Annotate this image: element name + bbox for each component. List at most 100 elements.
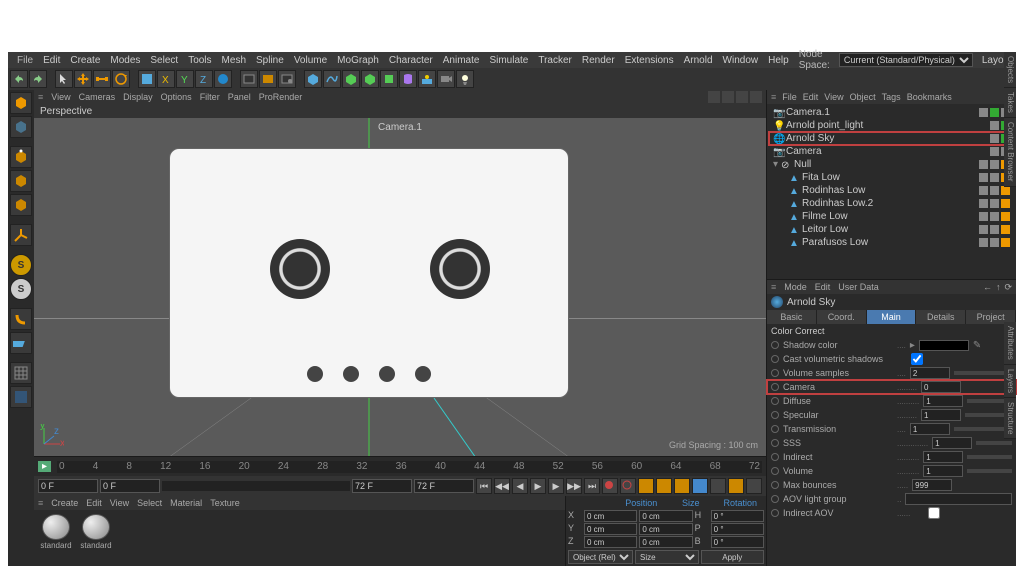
point-mode-icon[interactable]: [10, 146, 32, 168]
move-tool-icon[interactable]: [74, 70, 92, 88]
cube-primitive-icon[interactable]: [304, 70, 322, 88]
menu-arnold[interactable]: Arnold: [679, 55, 718, 66]
light-icon[interactable]: [456, 70, 474, 88]
prev-frame-icon[interactable]: ◀: [512, 478, 528, 494]
frame-end2-input[interactable]: [414, 479, 474, 493]
scale-tool-icon[interactable]: [93, 70, 111, 88]
volume-slider[interactable]: [967, 469, 1012, 473]
coord-y-size[interactable]: [639, 523, 692, 535]
camera-input[interactable]: [921, 381, 961, 393]
coord-size-select[interactable]: Size: [635, 550, 699, 564]
coord-p-rot[interactable]: [711, 523, 764, 535]
vp-prorender[interactable]: ProRender: [259, 92, 303, 102]
tree-item-rodinhas2[interactable]: ▲Rodinhas Low.2: [769, 197, 1014, 210]
tree-item-filme[interactable]: ▲Filme Low: [769, 210, 1014, 223]
vp-nav4-icon[interactable]: [750, 91, 762, 103]
menu-render[interactable]: Render: [577, 55, 620, 66]
poly-mode-icon[interactable]: [10, 194, 32, 216]
play-back-icon[interactable]: ▶: [530, 478, 546, 494]
attr-mode[interactable]: Mode: [784, 282, 807, 292]
coord-mode-select[interactable]: Object (Rel): [568, 550, 633, 564]
mat-edit[interactable]: Edit: [86, 498, 102, 508]
menu-mograph[interactable]: MoGraph: [332, 55, 384, 66]
autokey-icon[interactable]: [620, 478, 636, 494]
tab-main[interactable]: Main: [867, 310, 917, 324]
vp-nav3-icon[interactable]: [736, 91, 748, 103]
eyedropper-icon[interactable]: ✎: [973, 340, 981, 351]
tree-item-camera1[interactable]: 📷Camera.1: [769, 106, 1014, 119]
obj-object[interactable]: Object: [850, 92, 876, 102]
tree-item-leitor[interactable]: ▲Leitor Low: [769, 223, 1014, 236]
mat-view[interactable]: View: [110, 498, 129, 508]
mat-create[interactable]: Create: [51, 498, 78, 508]
menu-extensions[interactable]: Extensions: [620, 55, 679, 66]
vp-panel[interactable]: Panel: [228, 92, 251, 102]
attr-back-icon[interactable]: ←: [983, 282, 992, 293]
coord-x-size[interactable]: [639, 510, 692, 522]
obj-bookmarks[interactable]: Bookmarks: [907, 92, 952, 102]
node-space-select[interactable]: Current (Standard/Physical): [839, 53, 973, 67]
attr-edit[interactable]: Edit: [815, 282, 831, 292]
redo-icon[interactable]: [29, 70, 47, 88]
menu-simulate[interactable]: Simulate: [484, 55, 533, 66]
key-rot-icon[interactable]: [674, 478, 690, 494]
coord-h-rot[interactable]: [711, 510, 764, 522]
indirect-input[interactable]: [923, 451, 963, 463]
texture-mode-icon[interactable]: [10, 116, 32, 138]
tree-item-point-light[interactable]: 💡Arnold point_light: [769, 119, 1014, 132]
vp-filter[interactable]: Filter: [200, 92, 220, 102]
menu-edit[interactable]: Edit: [38, 55, 65, 66]
object-tree[interactable]: 📷Camera.1 💡Arnold point_light 🌐Arnold Sk…: [767, 104, 1016, 279]
menu-create[interactable]: Create: [65, 55, 105, 66]
coord-apply-button[interactable]: Apply: [701, 550, 765, 564]
tree-item-arnold-sky[interactable]: 🌐Arnold Sky: [769, 132, 1014, 145]
deformer-icon[interactable]: [399, 70, 417, 88]
render-view-icon[interactable]: [240, 70, 258, 88]
side-tab-layers[interactable]: Layers: [1004, 365, 1016, 398]
material-thumb-1[interactable]: standard: [78, 514, 114, 550]
tab-coord[interactable]: Coord.: [817, 310, 867, 324]
tree-item-parafusos[interactable]: ▲Parafusos Low: [769, 236, 1014, 249]
menu-select[interactable]: Select: [145, 55, 183, 66]
goto-start-icon[interactable]: ⏮: [476, 478, 492, 494]
key-pos-icon[interactable]: [638, 478, 654, 494]
tab-basic[interactable]: Basic: [767, 310, 817, 324]
tree-item-fita[interactable]: ▲Fita Low: [769, 171, 1014, 184]
menu-tracker[interactable]: Tracker: [533, 55, 577, 66]
mat-material[interactable]: Material: [170, 498, 202, 508]
prev-key-icon[interactable]: ◀◀: [494, 478, 510, 494]
sss-input[interactable]: [932, 437, 972, 449]
side-tab-objects[interactable]: Objects: [1004, 52, 1016, 88]
vp-options[interactable]: Options: [161, 92, 192, 102]
max-bounces-input[interactable]: [912, 479, 952, 491]
tree-item-rodinhas[interactable]: ▲Rodinhas Low: [769, 184, 1014, 197]
side-tab-content[interactable]: Content Browser: [1004, 118, 1016, 187]
tree-item-camera[interactable]: 📷Camera: [769, 145, 1014, 158]
coord-z-pos[interactable]: [584, 536, 637, 548]
vp-display[interactable]: Display: [123, 92, 153, 102]
rotate-tool-icon[interactable]: [112, 70, 130, 88]
mat-select[interactable]: Select: [137, 498, 162, 508]
generator-icon[interactable]: [342, 70, 360, 88]
frame-end-input[interactable]: [352, 479, 412, 493]
goto-end-icon[interactable]: ⏭: [584, 478, 600, 494]
coord-y-pos[interactable]: [584, 523, 637, 535]
vp-nav1-icon[interactable]: [708, 91, 720, 103]
snap-icon[interactable]: [10, 308, 32, 330]
obj-tags[interactable]: Tags: [882, 92, 901, 102]
grid-icon[interactable]: [10, 362, 32, 384]
obj-file[interactable]: File: [782, 92, 797, 102]
next-key-icon[interactable]: ▶▶: [566, 478, 582, 494]
next-frame-icon[interactable]: ▶: [548, 478, 564, 494]
menu-modes[interactable]: Modes: [105, 55, 145, 66]
key-sel2-icon[interactable]: [746, 478, 762, 494]
workplane-icon[interactable]: [10, 332, 32, 354]
key-scale-icon[interactable]: [656, 478, 672, 494]
axis-z-icon[interactable]: Z: [195, 70, 213, 88]
volume-samples-input[interactable]: [910, 367, 950, 379]
side-tab-attributes[interactable]: Attributes: [1004, 322, 1016, 365]
frame-start-input[interactable]: [38, 479, 98, 493]
field-icon[interactable]: [380, 70, 398, 88]
transmission-input[interactable]: [910, 423, 950, 435]
diffuse-input[interactable]: [923, 395, 963, 407]
